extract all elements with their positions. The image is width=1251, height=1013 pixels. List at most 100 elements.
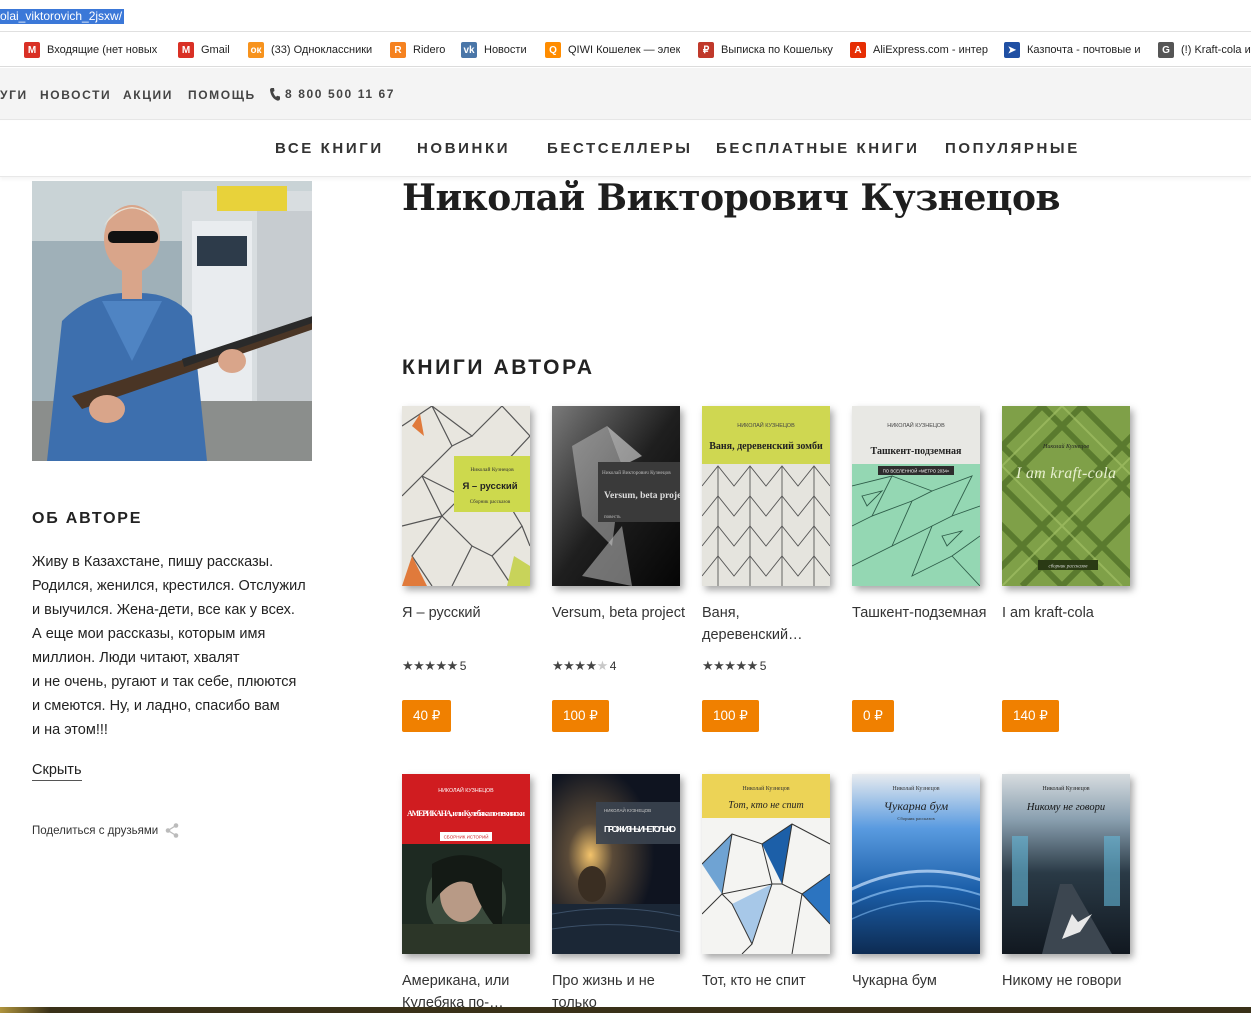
book-card[interactable]: Николай Кузнецов Тот, кто не спит Тот, к… — [702, 774, 842, 989]
book-cover[interactable]: Николай Кузнецов Никому не говори — [1002, 774, 1130, 954]
cover-subtitle: сборник рассказов — [1049, 565, 1089, 570]
book-card[interactable]: Николай Кузнецов Я – русский Сборник рас… — [402, 406, 542, 732]
gmail-icon: M — [178, 42, 194, 58]
about-line: А еще мои рассказы, которым имя — [32, 626, 266, 642]
top-nav-news[interactable]: НОВОСТИ — [40, 88, 111, 102]
cover-title: Ташкент-подземная — [871, 446, 963, 457]
book-card[interactable]: Николай Кузнецов Чукарна бум Сборник рас… — [852, 774, 992, 989]
price-button[interactable]: 100 ₽ — [552, 700, 609, 732]
rating-value: 5 — [759, 659, 767, 673]
about-line: Родился, женился, крестился. Отслужил — [32, 578, 306, 594]
book-cover[interactable]: Николай Кузнецов I am kraft-cola сборник… — [1002, 406, 1130, 586]
bookmark-label: AliExpress.com - интер — [873, 44, 988, 56]
cat-bestsellers[interactable]: БЕСТСЕЛЛЕРЫ — [547, 140, 693, 157]
book-card[interactable]: НИКОЛАЙ КУЗНЕЦОВ ПРО ЖИЗНЬ И НЕ ТОЛЬКО П… — [552, 774, 692, 1011]
about-line: и смеются. Ну, и ладно, спасибо вам — [32, 698, 280, 714]
book-card[interactable]: Николай Кузнецов I am kraft-cola сборник… — [1002, 406, 1142, 732]
cat-all-books[interactable]: ВСЕ КНИГИ — [275, 140, 384, 157]
page-bottom-bar — [0, 1007, 1251, 1013]
book-cover[interactable]: Николай Викторович Кузнецов Versum, beta… — [552, 406, 680, 586]
price-button[interactable]: 140 ₽ — [1002, 700, 1059, 732]
book-card[interactable]: Николай Викторович Кузнецов Versum, beta… — [552, 406, 692, 732]
rating-stars-icon: ★★★★★ — [552, 658, 608, 673]
cat-free-books[interactable]: БЕСПЛАТНЫЕ КНИГИ — [716, 140, 920, 157]
wallet-icon: ₽ — [698, 42, 714, 58]
book-cover[interactable]: Николай Кузнецов Я – русский Сборник рас… — [402, 406, 530, 586]
bookmark-item[interactable]: R Ridero — [390, 33, 446, 66]
odnoklassniki-icon: ок — [248, 42, 264, 58]
author-books-heading: КНИГИ АВТОРА — [402, 356, 595, 379]
book-card[interactable]: НИКОЛАЙ КУЗНЕЦОВ Ташкент-подземная ПО ВС… — [852, 406, 992, 732]
cat-popular[interactable]: ПОПУЛЯРНЫЕ — [945, 140, 1080, 157]
cover-subtitle: повесть — [604, 515, 621, 520]
share-with-friends[interactable]: Поделиться с друзьями — [32, 823, 179, 838]
top-nav-promotions[interactable]: АКЦИИ — [123, 88, 173, 102]
about-author-text: Живу в Казахстане, пишу рассказы. Родилс… — [32, 550, 314, 742]
cat-new[interactable]: НОВИНКИ — [417, 140, 510, 157]
book-card[interactable]: НИКОЛАЙ КУЗНЕЦОВ Ваня, деревенский зомби… — [702, 406, 842, 732]
bookmark-item[interactable]: M Входящие (нет новых — [24, 33, 157, 66]
about-line: Живу в Казахстане, пишу рассказы. — [32, 554, 274, 570]
bookmark-item[interactable]: ₽ Выписка по Кошельку — [698, 33, 833, 66]
bookmark-item[interactable]: G (!) Kraft-cola и — [1158, 33, 1251, 66]
bookmark-item[interactable]: vk Новости — [461, 33, 527, 66]
cover-title: Никому не говори — [1026, 802, 1105, 813]
book-title[interactable]: Чукарна бум — [852, 970, 992, 992]
book-cover[interactable]: НИКОЛАЙ КУЗНЕЦОВ Ташкент-подземная ПО ВС… — [852, 406, 980, 586]
qiwi-icon: Q — [545, 42, 561, 58]
bookmark-item[interactable]: ок (33) Одноклассники — [248, 33, 373, 66]
book-cover[interactable]: НИКОЛАЙ КУЗНЕЦОВ Ваня, деревенский зомби — [702, 406, 830, 586]
cover-author: Николай Кузнецов — [470, 466, 514, 473]
cover-title: Чукарна бум — [884, 799, 949, 813]
cover-title: Я – русский — [462, 481, 517, 492]
cover-title: Versum, beta project — [604, 491, 680, 501]
top-nav-help[interactable]: ПОМОЩЬ — [188, 88, 256, 102]
phone-icon — [270, 87, 280, 101]
rating-value: 5 — [459, 659, 467, 673]
bookmark-item[interactable]: ➤ Казпочта - почтовые и — [1004, 33, 1141, 66]
vk-icon: vk — [461, 42, 477, 58]
address-bar[interactable]: olai_viktorovich_2jsxw/ — [0, 0, 1251, 32]
phone-number: 8 800 500 11 67 — [285, 87, 396, 101]
cover-author: Николай Викторович Кузнецов — [602, 469, 671, 476]
book-card[interactable]: НИКОЛАЙ КУЗНЕЦОВ АМЕРИКАНА, или Кулебяка… — [402, 774, 542, 1011]
bookmark-label: (33) Одноклассники — [271, 44, 373, 56]
book-title[interactable]: I am kraft-cola — [1002, 602, 1142, 624]
book-cover[interactable]: НИКОЛАЙ КУЗНЕЦОВ АМЕРИКАНА, или Кулебяка… — [402, 774, 530, 954]
bookmark-label: Казпочта - почтовые и — [1027, 44, 1141, 56]
book-title[interactable]: Versum, beta project — [552, 602, 692, 624]
cover-title: Ваня, деревенский зомби — [709, 441, 823, 452]
gmail-inbox-icon: M — [24, 42, 40, 58]
cover-author: НИКОЛАЙ КУЗНЕЦОВ — [887, 421, 945, 429]
bookmark-label: Gmail — [201, 44, 230, 56]
ridero-icon: R — [390, 42, 406, 58]
bookmark-label: Ridero — [413, 44, 446, 56]
cover-author: Николай Кузнецов — [1042, 785, 1089, 792]
book-cover[interactable]: Николай Кузнецов Тот, кто не спит — [702, 774, 830, 954]
author-name: Николай Викторович Кузнецов — [402, 177, 1061, 219]
book-rating: ★★★★★ 5 — [402, 658, 466, 674]
book-cover[interactable]: Николай Кузнецов Чукарна бум Сборник рас… — [852, 774, 980, 954]
bookmark-item[interactable]: M Gmail — [178, 33, 230, 66]
book-card[interactable]: Николай Кузнецов Никому не говори Никому… — [1002, 774, 1142, 989]
top-nav-books[interactable]: УГИ — [0, 88, 28, 102]
url-text[interactable]: olai_viktorovich_2jsxw/ — [0, 9, 125, 24]
price-button[interactable]: 40 ₽ — [402, 700, 452, 732]
kazpost-icon: ➤ — [1004, 42, 1020, 58]
price-button[interactable]: 100 ₽ — [702, 700, 759, 732]
book-title[interactable]: Тот, кто не спит — [702, 970, 842, 992]
book-title[interactable]: Никому не говори — [1002, 970, 1142, 992]
book-rating: ★★★★★ 4 — [552, 658, 616, 674]
hide-about-link[interactable]: Скрыть — [32, 760, 82, 781]
cover-subtitle: ПО ВСЕЛЕННОЙ «МЕТРО 2034» — [883, 469, 950, 474]
book-title[interactable]: Ташкент-подземная — [852, 602, 992, 624]
book-cover[interactable]: НИКОЛАЙ КУЗНЕЦОВ ПРО ЖИЗНЬ И НЕ ТОЛЬКО — [552, 774, 680, 954]
phone-link[interactable]: 8 800 500 11 67 — [270, 87, 395, 101]
book-title[interactable]: Ваня, деревенский… — [702, 602, 842, 646]
bookmark-item[interactable]: A AliExpress.com - интер — [850, 33, 988, 66]
cover-author: Николай Кузнецов — [892, 785, 939, 792]
book-title[interactable]: Я – русский — [402, 602, 542, 624]
share-icon — [165, 823, 179, 838]
bookmark-item[interactable]: Q QIWI Кошелек — элек — [545, 33, 680, 66]
price-button[interactable]: 0 ₽ — [852, 700, 894, 732]
